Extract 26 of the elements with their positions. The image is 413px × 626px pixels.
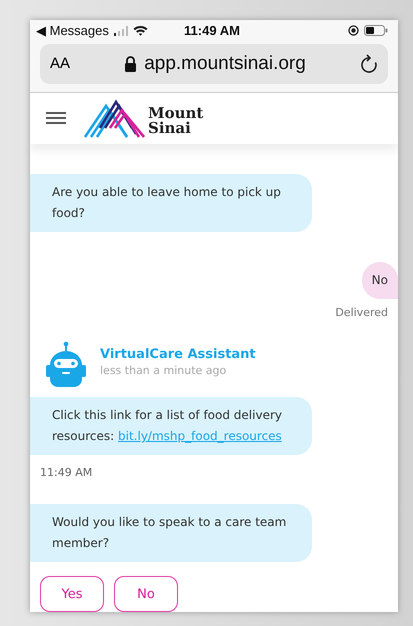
message-timestamp: 11:49 AM	[40, 466, 92, 479]
back-to-app-link[interactable]: ◀ Messages	[36, 23, 109, 38]
reload-icon[interactable]	[360, 54, 378, 74]
url-text: app.mountsinai.org	[144, 52, 306, 75]
wifi-icon	[132, 25, 148, 36]
quick-reply-button[interactable]: No	[114, 576, 178, 612]
logo-wordmark: Mount	[148, 106, 204, 122]
bot-message-bubble: Are you able to leave home to pick up food?	[30, 174, 312, 232]
address-bar[interactable]: AA app.mountsinai.org	[40, 44, 388, 84]
lock-icon	[124, 56, 138, 72]
bot-message-bubble: Click this link for a list of food delivery resources: bit.ly/mshp_food_resources	[30, 397, 312, 455]
battery-icon	[364, 25, 388, 36]
text-size-button[interactable]: AA	[50, 55, 70, 72]
delivered-status: Delivered	[335, 305, 388, 321]
logo-stripes-icon	[84, 98, 148, 138]
message-time: less than a minute ago	[100, 364, 228, 377]
agent-name: VirtualCare Assistant	[100, 347, 256, 362]
quick-reply-button[interactable]: Yes	[40, 576, 104, 612]
signal-icon	[114, 26, 128, 36]
bot-message-bubble: Would you like to speak to a care team member?	[30, 504, 312, 562]
clock-time: 11:49 AM	[184, 23, 240, 38]
robot-avatar-icon	[46, 341, 86, 387]
user-message-bubble: No	[362, 262, 398, 299]
logo-wordmark: Sinai	[148, 121, 192, 136]
orientation-lock-icon	[348, 25, 359, 36]
menu-icon[interactable]	[46, 111, 66, 126]
